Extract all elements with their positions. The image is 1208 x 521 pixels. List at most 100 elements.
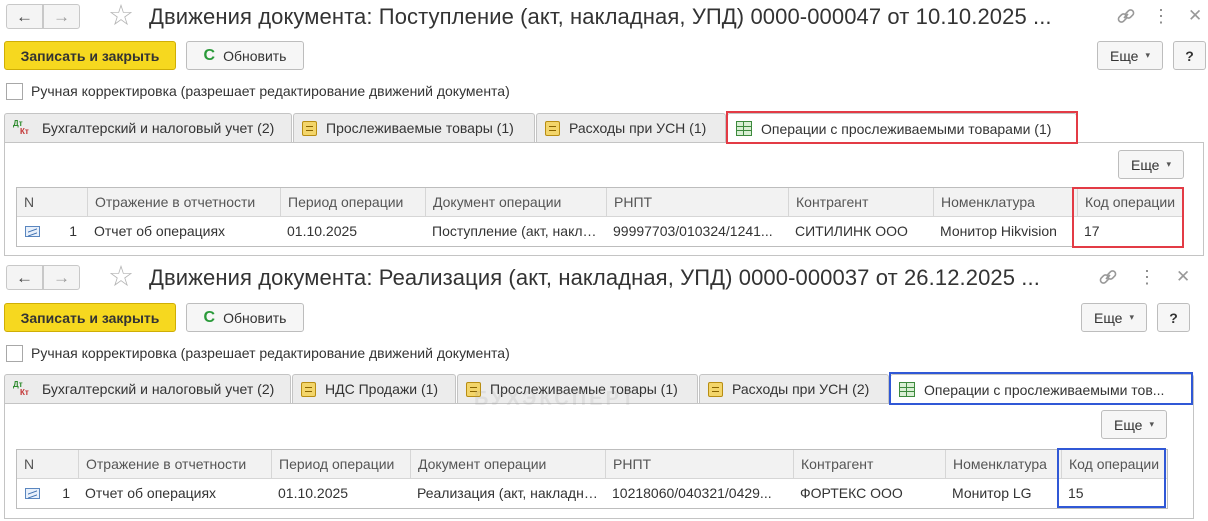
refresh-icon: C <box>203 46 216 64</box>
cell-reflection: Отчет об операциях <box>94 223 226 239</box>
cell-nomenclature: Монитор Hikvision <box>940 223 1057 239</box>
movements-window-receipt: ← → ☆ Движения документа: Поступление (а… <box>0 0 1208 260</box>
close-icon[interactable]: ✕ <box>1176 265 1190 289</box>
help-button[interactable]: ? <box>1173 41 1206 70</box>
tab-label: Расходы при УСН (1) <box>569 120 707 136</box>
column-header-reflection[interactable]: Отражение в отчетности <box>78 450 271 479</box>
forward-button[interactable]: → <box>43 4 80 29</box>
movement-record-icon <box>25 488 40 499</box>
refresh-button[interactable]: C Обновить <box>186 41 304 70</box>
more-label: Еще <box>1113 416 1143 433</box>
favorite-star-icon[interactable]: ☆ <box>108 1 134 31</box>
tab-label: Прослеживаемые товары (1) <box>326 120 514 136</box>
arrow-left-icon: ← <box>16 268 33 287</box>
cell-counterparty: ФОРТЕКС ООО <box>800 485 903 501</box>
refresh-label: Обновить <box>223 47 287 64</box>
column-header-counterparty[interactable]: Контрагент <box>788 188 933 217</box>
manual-correction-row: Ручная корректировка (разрешает редактир… <box>6 343 510 363</box>
column-header-counterparty[interactable]: Контрагент <box>793 450 945 479</box>
column-header-nomenclature[interactable]: Номенклатура <box>945 450 1061 479</box>
register-icon <box>708 381 723 397</box>
cell-nomenclature: Монитор LG <box>952 485 1032 501</box>
dt-kt-icon: Дт Кт <box>13 380 29 397</box>
cell-rnpt: 10218060/040321/0429... <box>612 485 772 501</box>
column-header-rnpt[interactable]: РНПТ <box>606 188 788 217</box>
arrow-right-icon: → <box>53 268 70 287</box>
caret-down-icon: ▾ <box>1145 50 1151 60</box>
tab-vat-sales[interactable]: НДС Продажи (1) <box>292 374 456 403</box>
tab-usn-expenses[interactable]: Расходы при УСН (1) <box>536 113 726 142</box>
help-button[interactable]: ? <box>1157 303 1190 332</box>
refresh-button[interactable]: C Обновить <box>186 303 304 332</box>
register-icon <box>545 120 560 136</box>
column-header-period[interactable]: Период операции <box>280 188 425 217</box>
column-header-period[interactable]: Период операции <box>271 450 410 479</box>
link-icon[interactable] <box>1098 267 1118 287</box>
back-button[interactable]: ← <box>6 265 43 290</box>
highlight-frame-code <box>1072 187 1184 248</box>
panel-more-button[interactable]: Еще ▾ <box>1101 410 1167 439</box>
manual-correction-checkbox[interactable] <box>6 344 23 362</box>
table-header: N Отражение в отчетности Период операции… <box>17 450 1167 479</box>
column-header-reflection[interactable]: Отражение в отчетности <box>87 188 280 217</box>
cell-reflection: Отчет об операциях <box>85 485 217 501</box>
title-bar: ← → ☆ Движения документа: Поступление (а… <box>0 0 1208 34</box>
tab-accounting[interactable]: Дт Кт Бухгалтерский и налоговый учет (2) <box>4 374 291 403</box>
panel-more-button[interactable]: Еще ▾ <box>1118 150 1184 179</box>
forward-button[interactable]: → <box>43 265 80 290</box>
row-number: 1 <box>62 485 70 501</box>
column-header-document[interactable]: Документ операции <box>410 450 605 479</box>
more-menu-icon[interactable]: ⋮ <box>1152 4 1170 28</box>
back-button[interactable]: ← <box>6 4 43 29</box>
manual-correction-row: Ручная корректировка (разрешает редактир… <box>6 81 510 101</box>
manual-correction-label: Ручная корректировка (разрешает редактир… <box>31 345 510 361</box>
highlight-frame-code <box>1057 448 1166 508</box>
more-button[interactable]: Еще ▾ <box>1081 303 1147 332</box>
table-row[interactable]: 1 Отчет об операциях 01.10.2025 Реализац… <box>17 479 1167 508</box>
tab-label: Бухгалтерский и налоговый учет (2) <box>42 381 275 397</box>
arrow-left-icon: ← <box>16 7 33 26</box>
column-header-nomenclature[interactable]: Номенклатура <box>933 188 1077 217</box>
highlight-frame-tab <box>889 372 1193 405</box>
dt-kt-icon: Дт Кт <box>13 119 29 136</box>
window-title: Движения документа: Поступление (акт, на… <box>149 4 1052 29</box>
tab-usn-expenses[interactable]: Расходы при УСН (2) <box>699 374 889 403</box>
column-header-n[interactable]: N <box>17 188 87 217</box>
more-label: Еще <box>1093 309 1123 326</box>
window-title: Движения документа: Реализация (акт, нак… <box>149 265 1040 290</box>
more-button[interactable]: Еще ▾ <box>1097 41 1163 70</box>
manual-correction-checkbox[interactable] <box>6 82 23 100</box>
more-menu-icon[interactable]: ⋮ <box>1138 265 1156 289</box>
cell-period: 01.10.2025 <box>287 223 358 239</box>
caret-down-icon: ▾ <box>1129 312 1135 322</box>
title-bar: ← → ☆ Движения документа: Реализация (ак… <box>0 261 1208 295</box>
save-and-close-button[interactable]: Записать и закрыть <box>4 303 176 332</box>
register-icon <box>301 381 316 397</box>
tab-traceable-goods[interactable]: Прослеживаемые товары (1) <box>293 113 535 142</box>
tab-label: НДС Продажи (1) <box>325 381 439 397</box>
row-number: 1 <box>69 223 77 239</box>
arrow-right-icon: → <box>53 7 70 26</box>
tab-accounting[interactable]: Дт Кт Бухгалтерский и налоговый учет (2) <box>4 113 292 142</box>
close-icon[interactable]: ✕ <box>1188 4 1202 28</box>
cell-counterparty: СИТИЛИНК ООО <box>795 223 908 239</box>
table-row[interactable]: 1 Отчет об операциях 01.10.2025 Поступле… <box>17 217 1183 246</box>
tab-panel: Еще ▾ N Отражение в отчетности Период оп… <box>4 403 1194 519</box>
cell-rnpt: 99997703/010324/1241... <box>613 223 773 239</box>
favorite-star-icon[interactable]: ☆ <box>108 262 134 292</box>
more-label: Еще <box>1130 156 1160 173</box>
save-and-close-button[interactable]: Записать и закрыть <box>4 41 176 70</box>
caret-down-icon: ▾ <box>1166 159 1172 169</box>
caret-down-icon: ▾ <box>1149 419 1155 429</box>
operations-table: N Отражение в отчетности Период операции… <box>16 449 1168 509</box>
column-header-n[interactable]: N <box>17 450 78 479</box>
column-header-document[interactable]: Документ операции <box>425 188 606 217</box>
register-icon <box>302 120 317 136</box>
more-label: Еще <box>1109 47 1139 64</box>
tab-label: Бухгалтерский и налоговый учет (2) <box>42 120 275 136</box>
tab-label: Расходы при УСН (2) <box>732 381 870 397</box>
link-icon[interactable] <box>1116 6 1136 26</box>
column-header-rnpt[interactable]: РНПТ <box>605 450 793 479</box>
cell-period: 01.10.2025 <box>278 485 349 501</box>
movement-record-icon <box>25 226 40 237</box>
